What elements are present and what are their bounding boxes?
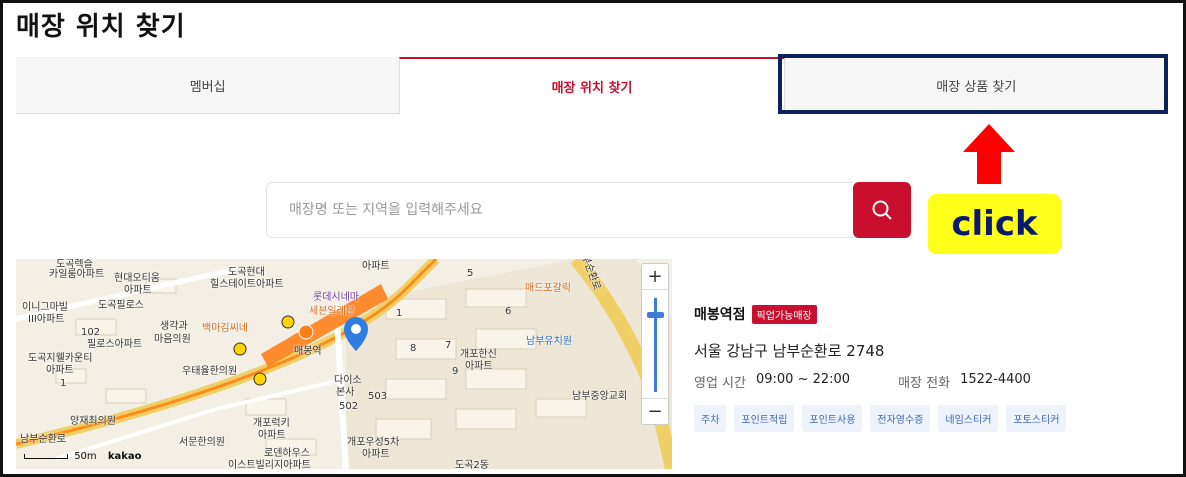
zoom-out-button[interactable]: − <box>642 398 668 424</box>
map-label: 502 <box>339 401 359 412</box>
map-label: 아파트 <box>124 285 152 296</box>
tab-store-product[interactable]: 매장 상품 찾기 <box>784 57 1168 114</box>
map-label: 남부순환로 <box>20 434 66 445</box>
tab-bar: 멤버십 매장 위치 찾기 매장 상품 찾기 <box>16 57 1168 114</box>
tab-membership[interactable]: 멤버십 <box>16 57 400 114</box>
search-input[interactable] <box>267 183 852 237</box>
map-label: 아파트 <box>46 365 74 376</box>
pickup-badge: 픽업가능매장 <box>751 304 817 324</box>
kakao-logo: kakao <box>107 451 142 462</box>
map-label: 서문한의원 <box>179 437 225 448</box>
map-label: 힐스테이트아파트 <box>210 279 284 290</box>
tag-e-receipt: 전자영수증 <box>870 405 931 432</box>
map-label: 6 <box>505 306 512 317</box>
zoom-slider-thumb[interactable] <box>647 312 664 318</box>
map-label: 아파트 <box>258 430 286 441</box>
map-label: 본사 <box>336 387 355 398</box>
map-scale: 50m kakao <box>24 451 142 462</box>
map-label: III아파트 <box>28 314 65 325</box>
map-label: 9 <box>452 366 459 377</box>
map-label: 카일룸아파트 <box>49 269 105 280</box>
store-tags: 주차 포인트적립 포인트사용 전자영수증 네임스티커 포토스티커 <box>694 405 1134 432</box>
zoom-control: + − <box>641 263 669 425</box>
map-label: 세븐일레븐 <box>309 306 355 317</box>
map-label: 1 <box>396 308 403 319</box>
map-label: 백마김씨네 <box>202 323 248 334</box>
phone-label: 매장 전화 <box>898 376 951 391</box>
zoom-in-button[interactable]: + <box>642 264 668 290</box>
map-label: 마음의원 <box>154 334 191 345</box>
tag-point-use: 포인트사용 <box>802 405 863 432</box>
map-label: 매봉역 <box>294 346 322 357</box>
page-title: 매장 위치 찾기 <box>16 12 186 42</box>
tag-point-earn: 포인트적립 <box>734 405 795 432</box>
store-meta: 영업 시간 09:00 ~ 22:00 매장 전화 1522-4400 <box>694 372 1134 391</box>
tag-photo-sticker: 포토스티커 <box>1006 405 1067 432</box>
map-label: 우태율한의원 <box>182 366 238 377</box>
map-label: 남부유치원 <box>526 336 572 347</box>
store-info: 매봉역점 픽업가능매장 서울 강남구 남부순환로 2748 영업 시간 09:0… <box>694 304 1134 432</box>
map-label: 도곡필로스 <box>98 300 144 311</box>
store-name: 매봉역점 <box>694 307 746 323</box>
map-label: 아파트 <box>362 261 390 272</box>
hours-label: 영업 시간 <box>694 376 746 391</box>
search-box <box>266 182 911 238</box>
map-label: 1 <box>60 378 67 389</box>
map-label: 이스트빌리지아파트 <box>228 460 311 469</box>
search-button[interactable] <box>853 182 911 238</box>
search-icon <box>872 200 892 220</box>
store-address: 서울 강남구 남부순환로 2748 <box>694 342 885 360</box>
tag-parking: 주차 <box>694 405 727 432</box>
map-label: 503 <box>368 391 388 402</box>
map-label: 도곡2동 <box>455 460 489 469</box>
hours-value: 09:00 ~ 22:00 <box>755 372 851 387</box>
map-label: 매드포갈릭 <box>525 283 571 294</box>
map-label: 아파트 <box>362 449 390 460</box>
click-callout: click <box>928 194 1061 254</box>
store-map[interactable]: 도곡렉슬 카일룸아파트 현대오티움 아파트 도곡현대 힐스테이트아파트 아파트 … <box>16 259 672 469</box>
map-label: 남부중앙교회 <box>572 391 628 402</box>
map-label: 아파트 <box>465 361 493 372</box>
map-label: 롯데시네마 <box>313 292 359 303</box>
map-label: 5 <box>467 268 474 279</box>
map-label: 8 <box>410 343 417 354</box>
map-label: 필로스아파트 <box>87 339 143 350</box>
tab-store-location[interactable]: 매장 위치 찾기 <box>399 57 785 114</box>
tag-name-sticker: 네임스티커 <box>938 405 999 432</box>
map-label: 양재최의원 <box>70 416 116 427</box>
map-label: 7 <box>445 340 452 351</box>
up-arrow-icon <box>963 124 1015 184</box>
scale-label: 50m <box>74 451 97 462</box>
phone-value: 1522-4400 <box>960 372 1031 387</box>
